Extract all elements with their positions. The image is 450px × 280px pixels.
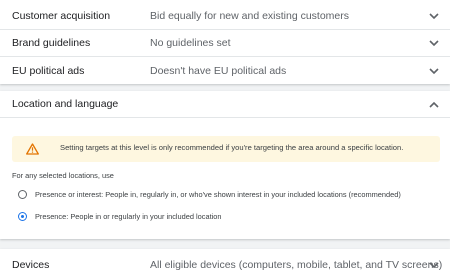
campaign-settings-card: Customer acquisition Bid equally for new… <box>0 0 450 84</box>
location-language-panel: Location and language Setting targets at… <box>0 91 450 239</box>
location-options-subhead: For any selected locations, use <box>12 171 114 180</box>
warning-banner: Setting targets at this level is only re… <box>12 136 440 162</box>
setting-value: All eligible devices (computers, mobile,… <box>150 258 443 271</box>
setting-row-customer-acquisition[interactable]: Customer acquisition Bid equally for new… <box>0 3 450 30</box>
chevron-down-icon[interactable] <box>428 10 440 22</box>
option-presence[interactable]: Presence: People in or regularly in your… <box>18 212 222 221</box>
setting-row-eu-political-ads[interactable]: EU political ads Doesn't have EU politic… <box>0 57 450 84</box>
setting-label: EU political ads <box>12 64 85 77</box>
setting-value: No guidelines set <box>150 37 231 49</box>
option-label: Presence: People in or regularly in your… <box>35 212 222 221</box>
setting-label: Customer acquisition <box>12 10 111 22</box>
devices-card: Devices All eligible devices (computers,… <box>0 249 450 280</box>
setting-label: Devices <box>12 258 50 271</box>
option-presence-or-interest[interactable]: Presence or interest: People in, regular… <box>18 190 401 199</box>
warning-text: Setting targets at this level is only re… <box>60 143 404 152</box>
chevron-down-icon[interactable] <box>428 65 440 77</box>
section-title: Location and language <box>12 98 119 110</box>
setting-row-brand-guidelines[interactable]: Brand guidelines No guidelines set <box>0 30 450 57</box>
chevron-down-icon[interactable] <box>428 259 440 271</box>
option-label: Presence or interest: People in, regular… <box>35 190 401 199</box>
warning-icon <box>26 143 39 155</box>
setting-value: Bid equally for new and existing custome… <box>150 10 350 22</box>
location-language-header[interactable]: Location and language <box>0 91 450 118</box>
chevron-down-icon[interactable] <box>428 37 440 49</box>
radio-button-selected[interactable] <box>18 212 27 221</box>
setting-value: Doesn't have EU political ads <box>150 64 287 77</box>
chevron-up-icon[interactable] <box>428 99 440 111</box>
radio-button[interactable] <box>18 190 27 199</box>
setting-row-devices[interactable]: Devices All eligible devices (computers,… <box>0 251 450 278</box>
setting-label: Brand guidelines <box>12 37 91 49</box>
